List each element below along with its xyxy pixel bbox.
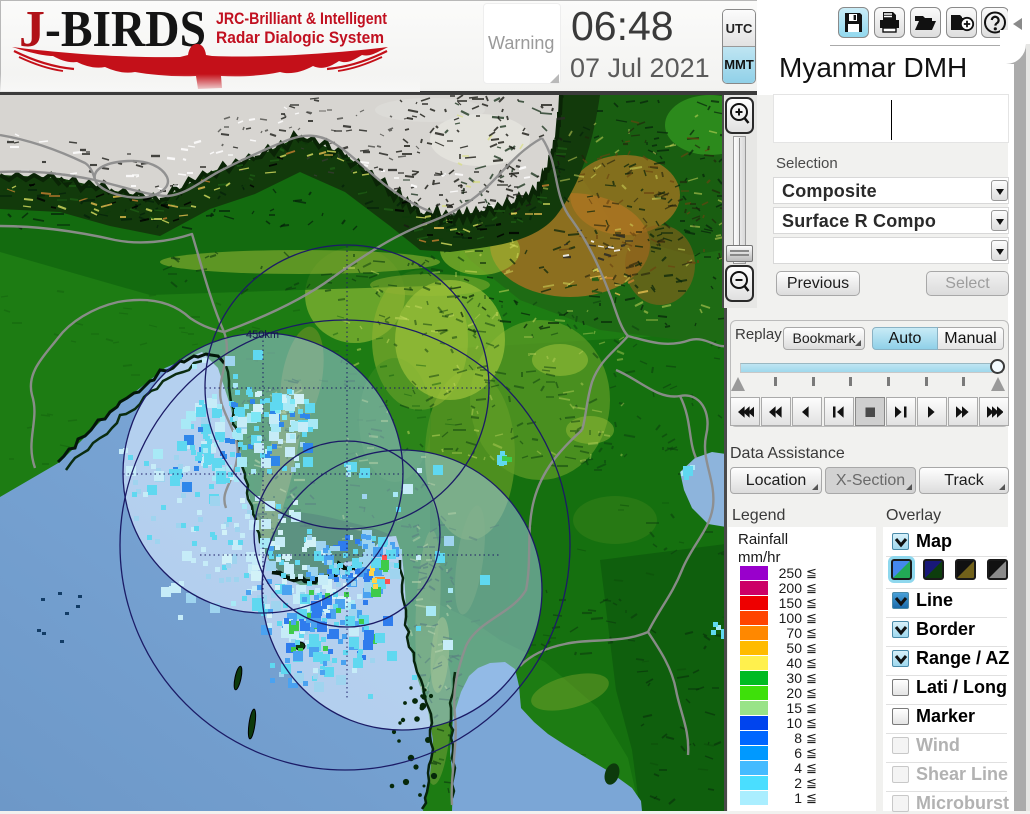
svg-text:450km: 450km [246,329,279,341]
svg-text:JRC-Brilliant & Intelligent: JRC-Brilliant & Intelligent [216,9,387,28]
svg-text:Radar Dialogic System: Radar Dialogic System [216,28,384,47]
svg-text:-BIRDS: -BIRDS [45,1,206,58]
